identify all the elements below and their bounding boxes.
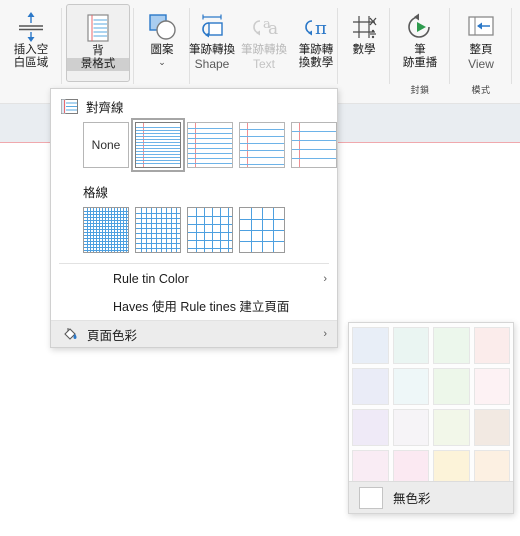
page-color-label: 頁面色彩 <box>87 328 138 343</box>
ribbon-group-view: 整頁 View 模式 <box>450 4 512 102</box>
svg-text:π: π <box>315 18 327 39</box>
grid-option-large-grid[interactable] <box>187 207 233 253</box>
insert-space-icon <box>16 10 46 44</box>
menu-item-always-create-pages[interactable]: Haves 使用 Rule tines 建立頁面 <box>51 292 337 318</box>
grid-lines-title: 格線 <box>83 186 109 200</box>
app-root: 插入空 白區域 背 景格式 圖案 ⌄ 筆跡轉換 Shape a a 筆跡轉換 T… <box>0 0 520 536</box>
math-icon <box>349 10 379 44</box>
color-swatch[interactable] <box>433 368 470 405</box>
ink-to-text-label: 筆跡轉換 <box>241 44 287 56</box>
background-format-label-1: 背 <box>92 45 104 57</box>
ink-to-text-button[interactable]: a a 筆跡轉換 Text <box>238 4 290 71</box>
ink-replay-button[interactable]: 筆 跡重播 <box>394 4 446 70</box>
ink-to-shape-button[interactable]: 筆跡轉換 Shape <box>186 4 238 71</box>
color-swatch[interactable] <box>352 409 389 446</box>
rule-line-option-wide-ruled[interactable] <box>291 122 337 168</box>
rule-line-color-label: Rule tin Color <box>113 272 189 286</box>
rule-lines-options: None <box>51 118 337 174</box>
ruled-lines <box>188 123 232 167</box>
color-swatch[interactable] <box>433 409 470 446</box>
ink-to-math-button[interactable]: π 筆跡轉 換數學 <box>290 4 342 70</box>
background-format-label-2: 景格式 <box>67 58 129 71</box>
ink-to-shape-label: 筆跡轉換 <box>189 44 235 56</box>
color-swatch[interactable] <box>433 327 470 364</box>
always-create-pages-label: Haves 使用 Rule tines 建立頁面 <box>113 299 290 314</box>
rule-lines-icon <box>61 99 78 114</box>
no-color-label: 無色彩 <box>393 492 431 506</box>
ink-to-shape-sublabel: Shape <box>194 57 230 71</box>
no-color-row[interactable]: 無色彩 <box>349 481 513 513</box>
color-swatch[interactable] <box>473 368 510 405</box>
color-swatch[interactable] <box>392 368 429 405</box>
ribbon-group-math: 數學 <box>338 4 390 102</box>
grid-lines-header: 格線 <box>51 174 337 205</box>
color-swatch[interactable] <box>473 409 510 446</box>
chevron-down-icon[interactable]: ⌄ <box>158 58 166 67</box>
color-swatch[interactable] <box>392 409 429 446</box>
color-swatch-grid <box>352 327 510 487</box>
ruled-lines <box>136 123 180 167</box>
background-format-menu: 對齊線 None 格線 Rule tin Color › Haves 使用 Ru… <box>50 88 338 348</box>
full-page-view-icon <box>465 10 497 44</box>
ruled-lines <box>292 123 336 167</box>
ink-replay-icon <box>404 10 436 44</box>
full-page-view-sublabel: View <box>468 57 494 71</box>
chevron-right-icon: › <box>323 273 327 285</box>
shapes-icon <box>146 10 178 44</box>
insert-space-label-2: 白區域 <box>13 57 49 69</box>
ruled-lines <box>240 123 284 167</box>
rule-line-option-standard-ruled[interactable] <box>239 122 285 168</box>
paint-bucket-icon <box>61 326 79 342</box>
ribbon-group-label-replay: 封鎖 <box>410 85 430 95</box>
full-page-view-button[interactable]: 整頁 View <box>455 4 507 71</box>
rule-line-option-college-ruled[interactable] <box>187 122 233 168</box>
ink-replay-label-1: 筆 <box>414 44 426 56</box>
rule-line-option-narrow-ruled[interactable] <box>131 118 185 172</box>
ink-to-shape-icon <box>197 10 227 44</box>
svg-text:a: a <box>268 19 278 39</box>
math-button[interactable]: 數學 <box>338 4 390 57</box>
shapes-label: 圖案 <box>150 44 174 56</box>
rule-line-none-label: None <box>91 138 121 152</box>
grid-lines-options <box>51 205 337 259</box>
ink-to-math-icon: π <box>301 10 331 44</box>
ink-to-text-sublabel: Text <box>252 57 275 71</box>
math-label: 數學 <box>352 44 376 56</box>
ink-to-math-label-2: 換數學 <box>298 57 334 69</box>
color-swatch[interactable] <box>473 327 510 364</box>
ink-replay-label-2: 跡重播 <box>402 57 438 69</box>
rule-lines-header: 對齊線 <box>51 89 337 120</box>
color-swatch[interactable] <box>352 368 389 405</box>
full-page-view-label: 整頁 <box>469 44 493 56</box>
chevron-right-icon: › <box>323 328 327 340</box>
menu-item-page-color[interactable]: 頁面色彩 › <box>51 321 337 347</box>
grid-option-very-large-grid[interactable] <box>239 207 285 253</box>
grid-option-medium-grid[interactable] <box>135 207 181 253</box>
color-swatch[interactable] <box>392 327 429 364</box>
rule-line-option-none[interactable]: None <box>83 122 129 168</box>
ink-to-math-label-1: 筆跡轉 <box>298 44 334 56</box>
menu-divider <box>59 263 329 264</box>
ruled-page-icon <box>84 11 112 45</box>
rule-lines-title: 對齊線 <box>86 101 124 115</box>
insert-space-button[interactable]: 插入空 白區域 <box>5 4 57 70</box>
grid-option-small-grid[interactable] <box>83 207 129 253</box>
no-color-swatch <box>359 486 383 509</box>
ribbon-group-label-view: 模式 <box>471 85 491 95</box>
ink-to-text-icon: a a <box>249 10 279 44</box>
page-color-palette: 無色彩 <box>348 322 514 514</box>
background-format-button[interactable]: 背 景格式 <box>66 4 130 82</box>
shapes-button[interactable]: 圖案 ⌄ <box>136 4 188 67</box>
color-swatch[interactable] <box>352 327 389 364</box>
insert-space-label-1: 插入空 <box>13 44 49 56</box>
ribbon-group-replay: 筆 跡重播 封鎖 <box>390 4 450 102</box>
menu-item-rule-line-color[interactable]: Rule tin Color › <box>51 266 337 292</box>
